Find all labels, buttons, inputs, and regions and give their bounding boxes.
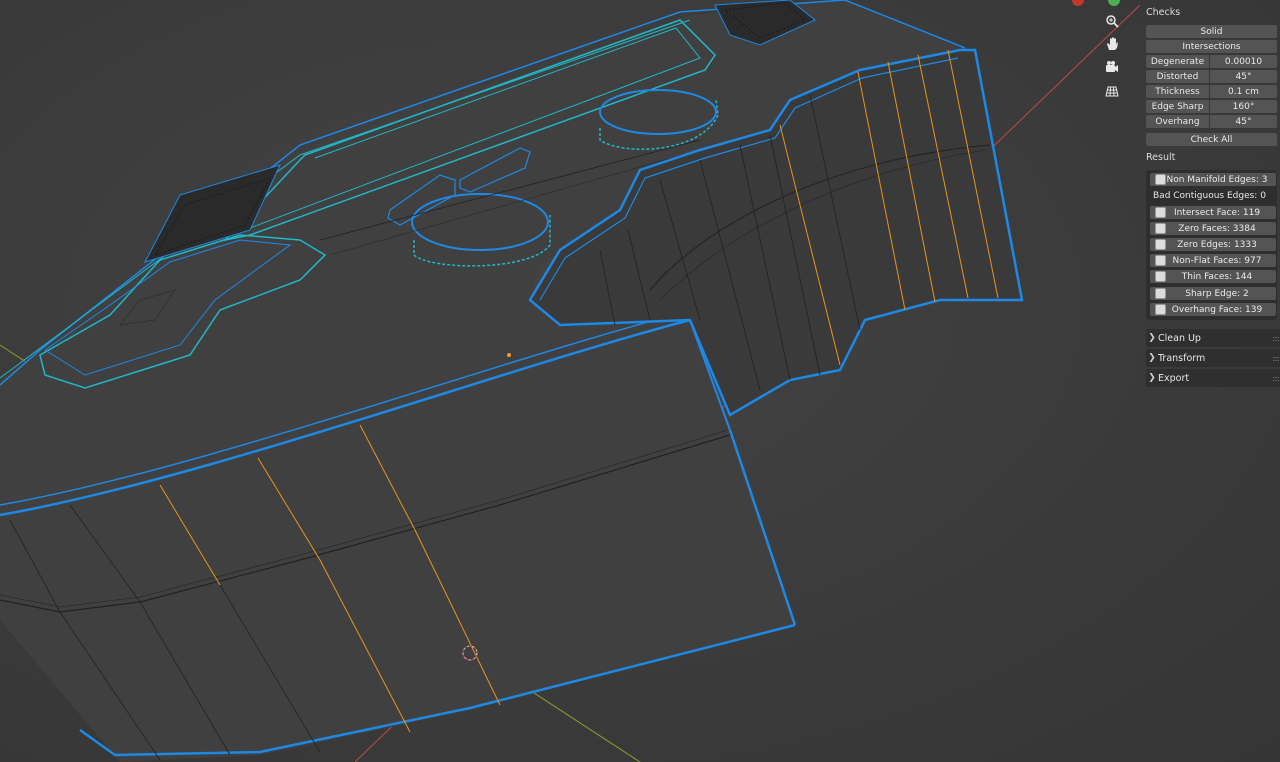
drag-grip-icon[interactable]: :::: xyxy=(1272,334,1280,343)
sharp-edge-button[interactable]: Sharp Edge: 2 xyxy=(1150,287,1276,300)
drag-grip-icon[interactable]: :::: xyxy=(1272,374,1280,383)
check-all-button[interactable]: Check All xyxy=(1146,133,1277,146)
select-icon xyxy=(1155,304,1166,315)
select-icon xyxy=(1155,207,1166,218)
grid-icon[interactable] xyxy=(1105,84,1129,106)
export-subpanel[interactable]: ❯ Export :::: xyxy=(1146,369,1280,387)
chevron-right-icon: ❯ xyxy=(1148,373,1156,383)
hand-pan-icon[interactable] xyxy=(1105,37,1129,59)
result-box: Non Manifold Edges: 3 Bad Contiguous Edg… xyxy=(1146,170,1277,320)
edge-sharp-button[interactable]: Edge Sharp xyxy=(1146,100,1209,113)
edge-sharp-value-field[interactable]: 160° xyxy=(1210,100,1277,113)
degenerate-button[interactable]: Degenerate xyxy=(1146,55,1209,68)
result-title: Result xyxy=(1146,152,1176,163)
select-icon xyxy=(1155,174,1166,185)
select-icon xyxy=(1155,255,1166,266)
distorted-row: Distorted 45° xyxy=(1146,70,1277,84)
transform-subpanel[interactable]: ❯ Transform :::: xyxy=(1146,349,1280,367)
non-manifold-edges-button[interactable]: Non Manifold Edges: 3 xyxy=(1150,173,1276,186)
overhang-value-field[interactable]: 45° xyxy=(1210,115,1277,128)
clean-up-subpanel[interactable]: ❯ Clean Up :::: xyxy=(1146,329,1280,347)
checks-title: Checks xyxy=(1146,7,1181,18)
intersect-face-button[interactable]: Intersect Face: 119 xyxy=(1150,206,1276,219)
select-icon xyxy=(1155,288,1166,299)
non-flat-faces-button[interactable]: Non-Flat Faces: 977 xyxy=(1150,254,1276,267)
bad-contiguous-edges-label: Bad Contiguous Edges: 0 xyxy=(1153,191,1266,201)
select-icon xyxy=(1155,223,1166,234)
thickness-row: Thickness 0.1 cm xyxy=(1146,85,1277,99)
overhang-row: Overhang 45° xyxy=(1146,115,1277,129)
overhang-face-button[interactable]: Overhang Face: 139 xyxy=(1150,303,1276,316)
distorted-value-field[interactable]: 45° xyxy=(1210,70,1277,83)
chevron-right-icon: ❯ xyxy=(1148,333,1156,343)
mesh-wireframe xyxy=(0,0,1141,762)
distorted-button[interactable]: Distorted xyxy=(1146,70,1209,83)
zero-edges-button[interactable]: Zero Edges: 1333 xyxy=(1150,238,1276,251)
edge-sharp-row: Edge Sharp 160° xyxy=(1146,100,1277,114)
thickness-button[interactable]: Thickness xyxy=(1146,85,1209,98)
thin-faces-button[interactable]: Thin Faces: 144 xyxy=(1150,270,1276,283)
3d-viewport[interactable] xyxy=(0,0,1280,762)
thickness-value-field[interactable]: 0.1 cm xyxy=(1210,85,1277,98)
select-icon xyxy=(1155,271,1166,282)
select-icon xyxy=(1155,239,1166,250)
degenerate-row: Degenerate 0.00010 xyxy=(1146,55,1277,69)
drag-grip-icon[interactable]: :::: xyxy=(1272,354,1280,363)
degenerate-value-field[interactable]: 0.00010 xyxy=(1210,55,1277,68)
3d-print-toolbox-panel: Checks Solid Intersections Degenerate 0.… xyxy=(1143,0,1280,400)
chevron-right-icon: ❯ xyxy=(1148,353,1156,363)
camera-icon[interactable] xyxy=(1105,60,1129,82)
intersections-button[interactable]: Intersections xyxy=(1146,40,1277,53)
overhang-button[interactable]: Overhang xyxy=(1146,115,1209,128)
zoom-icon[interactable] xyxy=(1105,14,1129,36)
zero-faces-button[interactable]: Zero Faces: 3384 xyxy=(1150,222,1276,235)
solid-button[interactable]: Solid xyxy=(1146,25,1277,38)
